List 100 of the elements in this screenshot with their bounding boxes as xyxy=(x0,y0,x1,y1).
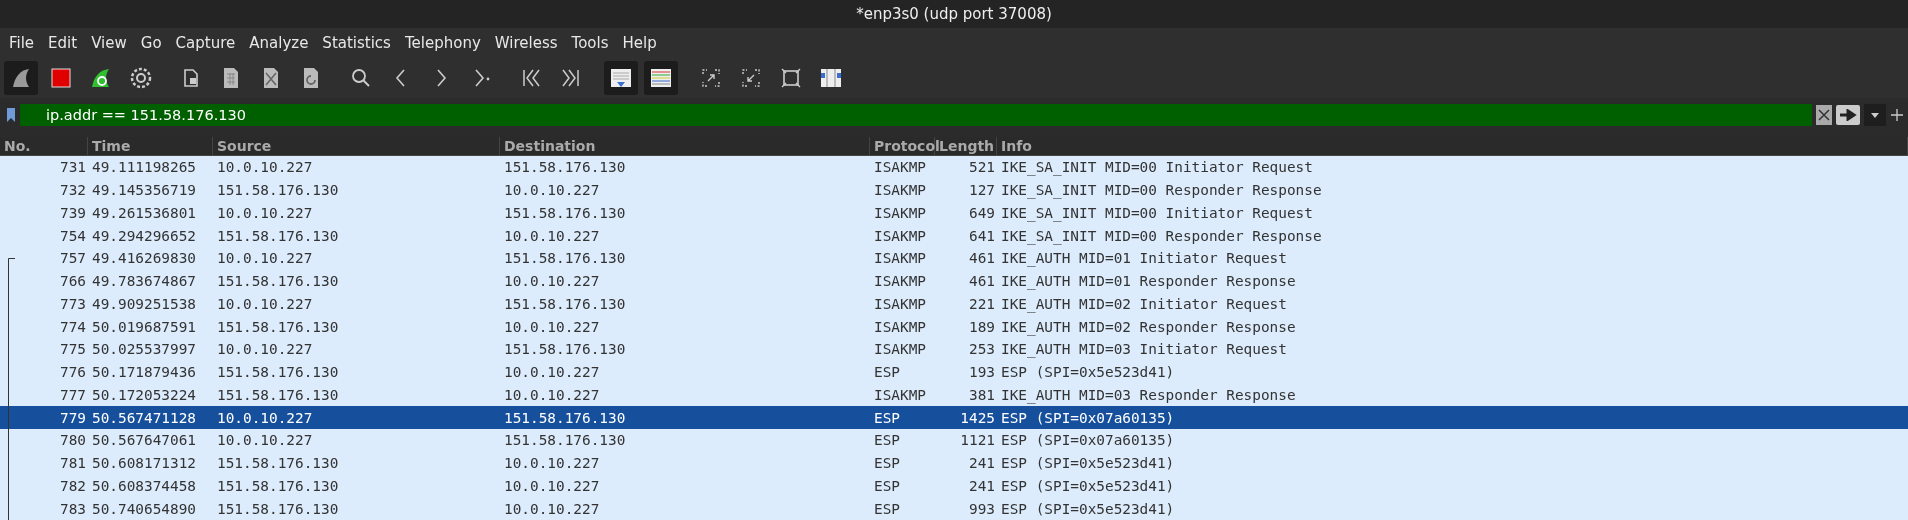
column-header[interactable]: Info xyxy=(997,137,1908,155)
bookmark-icon[interactable] xyxy=(6,107,16,123)
menu-item[interactable]: Go xyxy=(133,34,169,52)
table-cell-text: 10.0.10.227 xyxy=(216,409,314,426)
packet-row[interactable]: 773 49.909251538 10.0.10.227 151.58.176.130 ISAKMP 221 IKE_AUTH MID=02 Initiator Request xyxy=(0,292,1908,316)
table-cell-text: 766 xyxy=(59,273,87,290)
table-cell-text: 10.0.10.227 xyxy=(216,250,314,267)
packet-row[interactable]: 774 50.019687591 151.58.176.130 10.0.10.227 ISAKMP 189 IKE_AUTH MID=02 Responder Response xyxy=(0,315,1908,338)
packet-row[interactable]: 732 49.145356719 151.58.176.130 10.0.10.227 ISAKMP 127 IKE_SA_INIT MID=00 Responder Response xyxy=(0,178,1908,202)
table-cell-text: ESP (SPI=0x5e523d41) xyxy=(1000,500,1176,517)
table-cell-text: IKE_AUTH MID=02 Initiator Request xyxy=(1000,295,1288,312)
packet-row[interactable]: 782 50.608374458 151.58.176.130 10.0.10.227 ESP 241 ESP (SPI=0x5e523d41) xyxy=(0,474,1908,498)
column-header[interactable]: No. xyxy=(0,137,88,155)
stop-icon[interactable] xyxy=(48,65,74,91)
table-cell-text: 10.0.10.227 xyxy=(503,273,601,290)
menu-item[interactable]: Edit xyxy=(41,34,85,52)
table-cell-text: IKE_AUTH MID=02 Responder Response xyxy=(1000,318,1297,335)
menu-item[interactable]: Telephony xyxy=(397,34,488,52)
table-cell-text: ISAKMP xyxy=(873,341,927,358)
menu-item[interactable]: Help xyxy=(615,34,664,52)
clear-button[interactable] xyxy=(1816,105,1832,125)
table-cell-text: 10.0.10.227 xyxy=(216,159,314,176)
table-cell-text: ESP xyxy=(873,500,901,517)
menu-item[interactable]: Statistics xyxy=(315,34,398,52)
apply-button[interactable] xyxy=(1836,105,1860,125)
table-cell-text: 10.0.10.227 xyxy=(503,318,601,335)
table-cell-text: 779 xyxy=(59,409,87,426)
table-cell-text: 782 xyxy=(59,477,87,494)
menu-item[interactable]: File xyxy=(2,34,42,52)
table-cell-text: 10.0.10.227 xyxy=(216,295,314,312)
table-cell-text: 10.0.10.227 xyxy=(503,455,601,472)
table-cell-text: IKE_AUTH MID=01 Responder Response xyxy=(1000,273,1297,290)
packet-row[interactable]: 780 50.567647061 10.0.10.227 151.58.176.130 ESP 1121 ESP (SPI=0x07a60135) xyxy=(0,429,1908,452)
table-cell-text: 151.58.176.130 xyxy=(503,250,627,267)
packet-row[interactable]: 775 50.025537997 10.0.10.227 151.58.176.130 ISAKMP 253 IKE_AUTH MID=03 Initiator Request xyxy=(0,338,1908,361)
packet-row[interactable]: 754 49.294296652 151.58.176.130 10.0.10.227 ISAKMP 641 IKE_SA_INIT MID=00 Responder Response xyxy=(0,224,1908,247)
menu-item[interactable]: Capture xyxy=(168,34,243,52)
packet-row[interactable]: 731 49.111198265 10.0.10.227 151.58.176.130 ISAKMP 521 IKE_SA_INIT MID=00 Initiator Request xyxy=(0,156,1908,179)
packet-row[interactable]: 776 50.171879436 151.58.176.130 10.0.10.227 ESP 193 ESP (SPI=0x5e523d41) xyxy=(0,360,1908,384)
table-cell-text: 241 xyxy=(968,477,996,494)
table-cell-text: 49.145356719 xyxy=(91,182,197,199)
add-icon[interactable] xyxy=(1890,108,1904,122)
table-cell-text: ESP (SPI=0x07a60135) xyxy=(1000,409,1176,426)
table-cell-text: 50.608171312 xyxy=(91,455,197,472)
display-filter-field[interactable]: ip.addr == 151.58.176.130 xyxy=(20,104,1812,126)
packet-row[interactable]: 777 50.172053224 151.58.176.130 10.0.10.227 ISAKMP 381 IKE_AUTH MID=03 Responder Response xyxy=(0,383,1908,407)
table-cell-text: IKE_AUTH MID=03 Initiator Request xyxy=(1000,341,1288,358)
menu-item[interactable]: Wireless xyxy=(487,34,565,52)
table-cell-text: 757 xyxy=(59,250,87,267)
table-cell-text: 1425 xyxy=(959,409,996,426)
table-cell-text: ESP (SPI=0x5e523d41) xyxy=(1000,364,1176,381)
table-cell-text: 151.58.176.130 xyxy=(216,227,340,244)
table-cell-text: 127 xyxy=(968,182,996,199)
table-cell-text: 774 xyxy=(59,318,87,335)
menu-item[interactable]: Analyze xyxy=(242,34,316,52)
table-cell-text: IKE_SA_INIT MID=00 Initiator Request xyxy=(1000,204,1314,221)
table-cell-text: 151.58.176.130 xyxy=(503,159,627,176)
table-cell-text: 49.111198265 xyxy=(91,159,197,176)
packet-row[interactable]: 781 50.608171312 151.58.176.130 10.0.10.227 ESP 241 ESP (SPI=0x5e523d41) xyxy=(0,451,1908,475)
table-cell-text: ISAKMP xyxy=(873,318,927,335)
table-cell-text: ISAKMP xyxy=(873,295,927,312)
column-header[interactable]: Source xyxy=(213,137,500,155)
packet-row[interactable]: 757 49.416269830 10.0.10.227 151.58.176.130 ISAKMP 461 IKE_AUTH MID=01 Initiator Request xyxy=(0,247,1908,270)
table-cell-text: 50.608374458 xyxy=(91,477,197,494)
packet-row[interactable]: 739 49.261536801 10.0.10.227 151.58.176.130 ISAKMP 649 IKE_SA_INIT MID=00 Initiator Request xyxy=(0,201,1908,225)
table-cell-text: 151.58.176.130 xyxy=(503,204,627,221)
table-cell-text: 10.0.10.227 xyxy=(216,204,314,221)
table-cell-text: 731 xyxy=(59,159,87,176)
table-cell-text: 241 xyxy=(968,455,996,472)
table-cell-text: ISAKMP xyxy=(873,182,927,199)
table-cell-text: ISAKMP xyxy=(873,159,927,176)
table-cell-text: 49.909251538 xyxy=(91,295,197,312)
table-cell-text: IKE_AUTH MID=03 Responder Response xyxy=(1000,386,1297,403)
table-cell-text: 49.261536801 xyxy=(91,204,197,221)
table-cell-text: ESP (SPI=0x5e523d41) xyxy=(1000,455,1176,472)
table-cell-text: 189 xyxy=(968,318,996,335)
menu-item[interactable]: View xyxy=(84,34,134,52)
table-cell-text: 50.171879436 xyxy=(91,364,197,381)
table-cell-text: 381 xyxy=(968,386,996,403)
settings-icon[interactable] xyxy=(128,65,154,91)
column-header[interactable]: Destination xyxy=(500,137,870,155)
table-cell-text: 783 xyxy=(59,500,87,517)
table-cell-text: 781 xyxy=(59,455,87,472)
dropdown-button[interactable] xyxy=(1864,104,1886,126)
table-cell-text: 1121 xyxy=(959,432,996,449)
table-cell-text: IKE_SA_INIT MID=00 Responder Response xyxy=(1000,227,1323,244)
packet-row[interactable]: 779 50.567471128 10.0.10.227 151.58.176.130 ESP 1425 ESP (SPI=0x07a60135) xyxy=(0,406,1908,429)
table-cell-text: 193 xyxy=(968,364,996,381)
table-cell-text: ESP (SPI=0x5e523d41) xyxy=(1000,477,1176,494)
table-cell-text: 151.58.176.130 xyxy=(216,477,340,494)
menu-item[interactable]: Tools xyxy=(564,34,616,52)
packet-row[interactable]: 783 50.740654890 151.58.176.130 10.0.10.227 ESP 993 ESP (SPI=0x5e523d41) xyxy=(0,497,1908,520)
packet-row[interactable]: 766 49.783674867 151.58.176.130 10.0.10.227 ISAKMP 461 IKE_AUTH MID=01 Responder Response xyxy=(0,269,1908,293)
window-title: *enp3s0 (udp port 37008) xyxy=(856,5,1052,23)
column-header[interactable]: Time xyxy=(88,137,213,155)
table-cell-text: 50.172053224 xyxy=(91,386,197,403)
table-cell-text: 50.567471128 xyxy=(91,409,197,426)
table-cell-text: ESP xyxy=(873,364,901,381)
table-cell-text: 739 xyxy=(59,204,87,221)
table-cell-text: 10.0.10.227 xyxy=(503,364,601,381)
